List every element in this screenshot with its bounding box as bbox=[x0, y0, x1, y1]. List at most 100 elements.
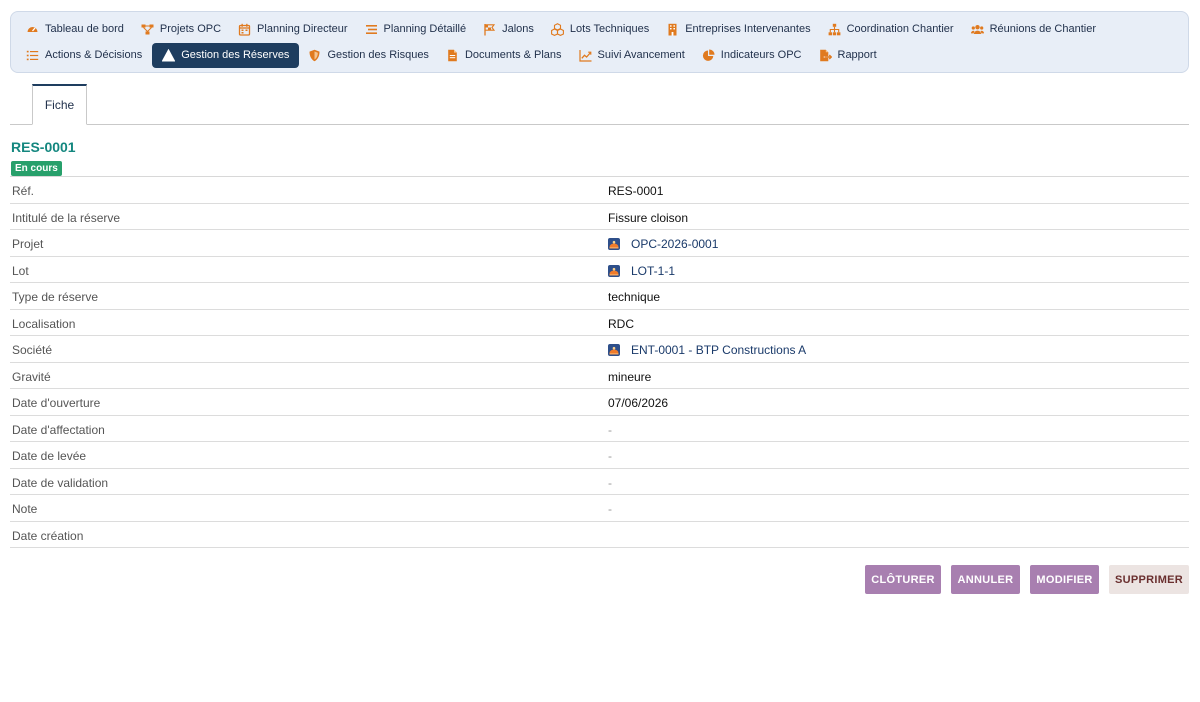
field-row: Réf. RES-0001 bbox=[10, 177, 1189, 204]
record-fields-table: Réf. RES-0001 Intitulé de la réserve Fissur… bbox=[10, 176, 1189, 548]
supprimer-button[interactable]: SUPPRIMER bbox=[1109, 565, 1189, 594]
nav-label: Entreprises Intervenantes bbox=[685, 23, 811, 35]
nav-label: Indicateurs OPC bbox=[720, 49, 802, 61]
record-title: RES-0001 bbox=[11, 139, 76, 155]
field-value: technique bbox=[608, 290, 660, 304]
nav-label: Planning Détaillé bbox=[383, 23, 467, 35]
nav-item-suivi-avancement[interactable]: Suivi Avancement bbox=[572, 43, 693, 67]
field-value: - bbox=[608, 423, 612, 437]
nav-item-planning-directeur[interactable]: Planning Directeur bbox=[231, 17, 356, 41]
pie-chart-icon bbox=[702, 48, 715, 62]
nav-item-indicateurs-opc[interactable]: Indicateurs OPC bbox=[695, 43, 810, 67]
nav-label: Tableau de bord bbox=[45, 23, 124, 35]
field-value-text: 07/06/2026 bbox=[608, 396, 669, 410]
field-label: Réf. bbox=[12, 184, 35, 198]
field-label: Société bbox=[12, 343, 53, 357]
field-value-link[interactable]: OPC-2026-0001 bbox=[608, 237, 718, 251]
field-label: Lot bbox=[12, 263, 29, 278]
field-value: Fissure cloison bbox=[608, 211, 688, 225]
nav-item-planning-detaille[interactable]: Planning Détaillé bbox=[358, 17, 475, 41]
field-label: Date d'affectation bbox=[12, 422, 105, 437]
nav-item-coordination-chantier[interactable]: Coordination Chantier bbox=[821, 17, 962, 41]
warning-icon bbox=[162, 48, 176, 62]
nav-item-rapport[interactable]: Rapport bbox=[812, 43, 885, 67]
annuler-button[interactable]: ANNULER bbox=[951, 565, 1020, 594]
field-value-text: - bbox=[608, 449, 612, 463]
nav-item-reunions-de-chantier[interactable]: Réunions de Chantier bbox=[964, 17, 1104, 41]
field-label: Note bbox=[12, 502, 38, 516]
field-value: RDC bbox=[608, 317, 634, 331]
nav-item-actions-decisions[interactable]: Actions & Décisions bbox=[19, 43, 150, 67]
modifier-button[interactable]: MODIFIER bbox=[1030, 565, 1099, 594]
project-nodes-icon bbox=[141, 23, 154, 36]
field-value: - bbox=[608, 476, 612, 490]
field-row: Date de levée - bbox=[10, 442, 1189, 469]
field-value-text: - bbox=[608, 422, 612, 437]
nav-row-2: Actions & Décisions Gestion des Réserves… bbox=[19, 42, 887, 68]
calendar-icon bbox=[238, 23, 251, 36]
nav-label: Documents & Plans bbox=[464, 49, 562, 61]
nav-item-jalons[interactable]: Jalons bbox=[476, 17, 542, 41]
field-row: Lot LOT-1-1 bbox=[10, 257, 1189, 283]
field-label: Date de validation bbox=[12, 475, 109, 490]
field-value: RES-0001 bbox=[608, 184, 663, 198]
nav-label: Réunions de Chantier bbox=[989, 23, 1096, 35]
tab-fiche[interactable]: Fiche bbox=[32, 84, 87, 125]
status-badge: En cours bbox=[11, 161, 62, 176]
nav-item-documents-plans[interactable]: Documents & Plans bbox=[439, 43, 570, 67]
nav-label: Rapport bbox=[837, 49, 877, 61]
field-value: 07/06/2026 bbox=[608, 396, 668, 410]
nav-item-entreprises-intervenantes[interactable]: Entreprises Intervenantes bbox=[659, 17, 818, 41]
field-value-link[interactable]: LOT-1-1 bbox=[608, 264, 675, 278]
object-icon bbox=[608, 264, 620, 277]
nav-row-1: Tableau de bord Projets OPC Planning Dir… bbox=[19, 17, 1106, 41]
field-label: Date de levée bbox=[12, 449, 87, 463]
field-value: - bbox=[608, 449, 612, 463]
nav-label: Gestion des Réserves bbox=[181, 49, 290, 61]
cubes-icon bbox=[550, 22, 564, 36]
building-icon bbox=[666, 23, 679, 36]
field-row: Société ENT-0001 - BTP Constructions A bbox=[10, 336, 1189, 363]
field-label: Localisation bbox=[12, 316, 76, 331]
nav-item-tableau-de-bord[interactable]: Tableau de bord bbox=[19, 17, 132, 41]
nav-item-projets-opc[interactable]: Projets OPC bbox=[134, 17, 229, 41]
field-value-link[interactable]: ENT-0001 - BTP Constructions A bbox=[608, 343, 806, 357]
field-value-text: - bbox=[608, 502, 612, 516]
field-value-text: mineure bbox=[608, 369, 652, 384]
nav-label: Suivi Avancement bbox=[597, 49, 685, 61]
field-row: Date d'affectation - bbox=[10, 416, 1189, 442]
document-icon bbox=[446, 49, 459, 62]
field-value: - bbox=[608, 502, 612, 516]
field-value-text: OPC-2026-0001 bbox=[631, 237, 719, 251]
hierarchy-icon bbox=[828, 23, 841, 36]
nav-item-gestion-des-risques[interactable]: Gestion des Risques bbox=[301, 43, 437, 67]
field-value-text: technique bbox=[608, 290, 661, 304]
dashboard-icon bbox=[26, 23, 39, 36]
tab-bar: Fiche bbox=[10, 84, 1189, 125]
nav-label: Projets OPC bbox=[159, 23, 222, 35]
flag-icon bbox=[483, 23, 496, 36]
field-label: Projet bbox=[12, 237, 44, 251]
field-value-text: ENT-0001 - BTP Constructions A bbox=[631, 343, 807, 357]
field-label: Type de réserve bbox=[12, 290, 99, 304]
cloturer-button[interactable]: CLÔTURER bbox=[865, 565, 941, 594]
field-row: Gravité mineure bbox=[10, 363, 1189, 389]
field-label: Intitulé de la réserve bbox=[12, 210, 121, 225]
object-icon bbox=[608, 344, 620, 356]
field-value-text: - bbox=[608, 475, 612, 490]
nav-label: Coordination Chantier bbox=[846, 23, 954, 35]
field-row: Localisation RDC bbox=[10, 310, 1189, 336]
nav-label: Jalons bbox=[502, 23, 534, 35]
field-row: Date création bbox=[10, 522, 1189, 548]
nav-item-gestion-des-reserves[interactable]: Gestion des Réserves bbox=[152, 42, 300, 68]
field-row: Note - bbox=[10, 495, 1189, 522]
nav-item-lots-techniques[interactable]: Lots Techniques bbox=[544, 17, 657, 41]
lines-icon bbox=[365, 23, 378, 36]
nav-label: Gestion des Risques bbox=[327, 49, 429, 61]
field-value-text: LOT-1-1 bbox=[631, 263, 676, 278]
field-label: Gravité bbox=[12, 369, 51, 384]
field-label: Date création bbox=[12, 528, 84, 543]
field-label: Date d'ouverture bbox=[12, 396, 101, 410]
shield-icon bbox=[308, 49, 321, 62]
file-export-icon bbox=[819, 49, 832, 62]
